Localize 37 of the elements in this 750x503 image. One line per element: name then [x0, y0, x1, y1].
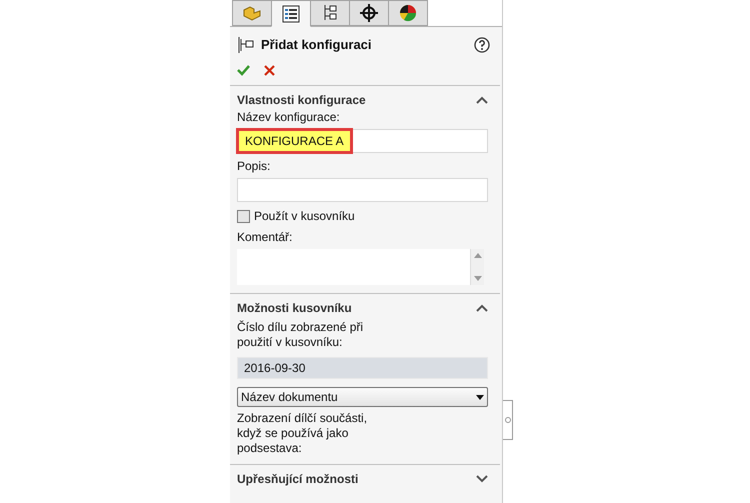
panel-tab[interactable] [349, 0, 389, 26]
checkbox[interactable] [237, 210, 250, 223]
field-value: 2016-09-30 [244, 360, 306, 376]
section-title: Vlastnosti konfigurace [237, 92, 366, 109]
field-label: Zobrazení dílčí součásti, když se používá jako podsestava: [237, 411, 368, 456]
name-input-field[interactable]: KONFIGURACE A [237, 129, 488, 153]
scroll-down-icon[interactable] [474, 276, 482, 281]
panel-tab[interactable] [271, 0, 311, 27]
source-dropdown[interactable]: Název dokumentu [237, 387, 488, 407]
scrollbar[interactable] [470, 249, 484, 285]
field-label: Komentář: [237, 230, 294, 245]
ok-check-icon[interactable] [237, 64, 250, 76]
list-icon [282, 4, 300, 22]
dropdown-arrow-icon [476, 394, 484, 400]
tree-icon [322, 4, 338, 22]
field-label: Název konfigurace: [237, 110, 341, 125]
description-input-field[interactable] [237, 178, 488, 202]
expand-icon[interactable] [476, 475, 488, 483]
field-label: Číslo dílu zobrazené při použití v kusovníku: [237, 320, 364, 350]
color-ball-icon [399, 4, 417, 22]
configuration-icon [237, 36, 255, 54]
section-title: Možnosti kusovníku [237, 300, 352, 317]
checkbox-label: Použít v kusovníku [254, 209, 355, 224]
scroll-up-icon[interactable] [474, 253, 482, 258]
panel-tab[interactable] [310, 0, 350, 26]
panel-tab[interactable] [388, 0, 428, 26]
collapse-icon[interactable] [476, 96, 488, 104]
block-icon [242, 4, 262, 22]
panel-collapse-handle[interactable] [503, 400, 513, 440]
field-label: Popis: [237, 159, 272, 174]
collapse-icon[interactable] [476, 304, 488, 312]
panel-title: Přidat konfiguraci [261, 36, 372, 54]
highlighted-value: KONFIGURACE A [236, 128, 353, 154]
section-title: Upřesňující možnosti [237, 471, 358, 488]
crosshair-icon [360, 4, 378, 22]
cancel-x-icon[interactable] [264, 64, 275, 76]
help-icon[interactable] [474, 37, 490, 53]
